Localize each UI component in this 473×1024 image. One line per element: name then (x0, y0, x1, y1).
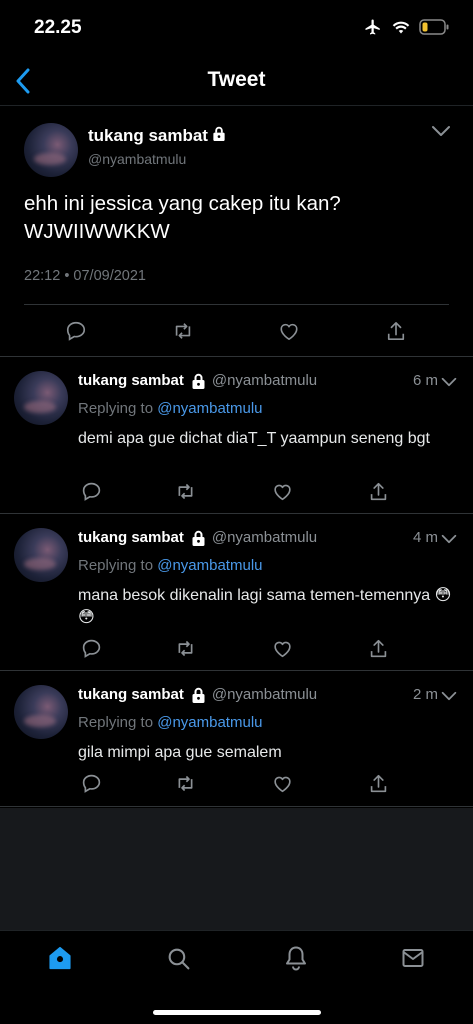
mail-icon[interactable] (398, 943, 428, 973)
tweet-actions (0, 318, 473, 344)
reply-tweet[interactable]: tukang sambat @nyambatmulu 4 m Replying … (0, 514, 473, 671)
reply-icon[interactable] (63, 318, 89, 344)
status-bar: 22.25 (0, 0, 473, 56)
mention-link[interactable]: @nyambatmulu (157, 557, 262, 574)
chevron-down-icon[interactable] (441, 688, 457, 706)
nav-bar: Tweet (0, 56, 473, 106)
author-name: tukang sambat (88, 126, 208, 145)
reply-icon[interactable] (79, 636, 103, 660)
like-icon[interactable] (270, 771, 294, 795)
status-time: 22.25 (34, 17, 82, 38)
lock-icon (212, 126, 226, 146)
author-name: tukang sambat (78, 372, 184, 389)
bell-icon[interactable] (281, 943, 311, 973)
home-indicator (153, 1010, 321, 1015)
mention-link[interactable]: @nyambatmulu (157, 400, 262, 417)
replying-to: Replying to @nyambatmulu (78, 400, 263, 417)
reply-time: 2 m (412, 686, 438, 703)
author-handle: @nyambatmulu (211, 529, 318, 546)
page-title: Tweet (207, 68, 266, 91)
reply-text: demi apa gue dichat diaT_T yaampun senen… (78, 430, 430, 447)
airplane-icon (363, 18, 383, 41)
like-icon[interactable] (276, 318, 302, 344)
retweet-icon[interactable] (173, 479, 197, 503)
retweet-icon[interactable] (173, 771, 197, 795)
lock-icon (191, 687, 206, 703)
like-icon[interactable] (270, 479, 294, 503)
chevron-down-icon[interactable] (431, 124, 451, 142)
tweet-timestamp: 22:12 • 07/09/2021 (24, 268, 146, 284)
author-name: tukang sambat (78, 529, 184, 546)
avatar[interactable] (14, 528, 68, 582)
share-icon[interactable] (366, 479, 390, 503)
lock-icon (191, 373, 206, 389)
divider (24, 304, 449, 305)
replying-to: Replying to @nyambatmulu (78, 557, 263, 574)
reply-icon[interactable] (79, 479, 103, 503)
main-tweet: tukang sambat @nyambatmulu ehh ini jessi… (0, 106, 473, 357)
search-icon[interactable] (163, 943, 193, 973)
replying-to: Replying to @nyambatmulu (78, 714, 263, 731)
author-handle: @nyambatmulu (211, 372, 318, 389)
avatar[interactable] (24, 123, 78, 177)
home-icon[interactable] (45, 943, 75, 973)
author-handle: @nyambatmulu (88, 151, 187, 167)
retweet-icon[interactable] (173, 636, 197, 660)
reply-tweet[interactable]: tukang sambat @nyambatmulu 6 m Replying … (0, 357, 473, 514)
like-icon[interactable] (270, 636, 294, 660)
reply-text: mana besok dikenalin lagi sama temen-tem… (78, 587, 452, 626)
author-name: tukang sambat (78, 686, 184, 703)
share-icon[interactable] (366, 771, 390, 795)
avatar[interactable] (14, 371, 68, 425)
share-icon[interactable] (366, 636, 390, 660)
wifi-icon (392, 20, 410, 40)
retweet-icon[interactable] (170, 318, 196, 344)
chevron-down-icon[interactable] (441, 374, 457, 392)
reply-icon[interactable] (79, 771, 103, 795)
mention-link[interactable]: @nyambatmulu (157, 714, 262, 731)
reply-time: 6 m (412, 372, 438, 389)
reply-time: 4 m (412, 529, 438, 546)
author-handle: @nyambatmulu (211, 686, 318, 703)
empty-area (0, 808, 473, 930)
reply-text: gila mimpi apa gue semalem (78, 744, 282, 761)
chevron-down-icon[interactable] (441, 531, 457, 549)
battery-icon (419, 19, 449, 40)
share-icon[interactable] (383, 318, 409, 344)
tweet-text: ehh ini jessica yang cakep itu kan? WJWI… (24, 192, 341, 243)
lock-icon (191, 530, 206, 546)
avatar[interactable] (14, 685, 68, 739)
reply-tweet[interactable]: tukang sambat @nyambatmulu 2 m Replying … (0, 671, 473, 807)
